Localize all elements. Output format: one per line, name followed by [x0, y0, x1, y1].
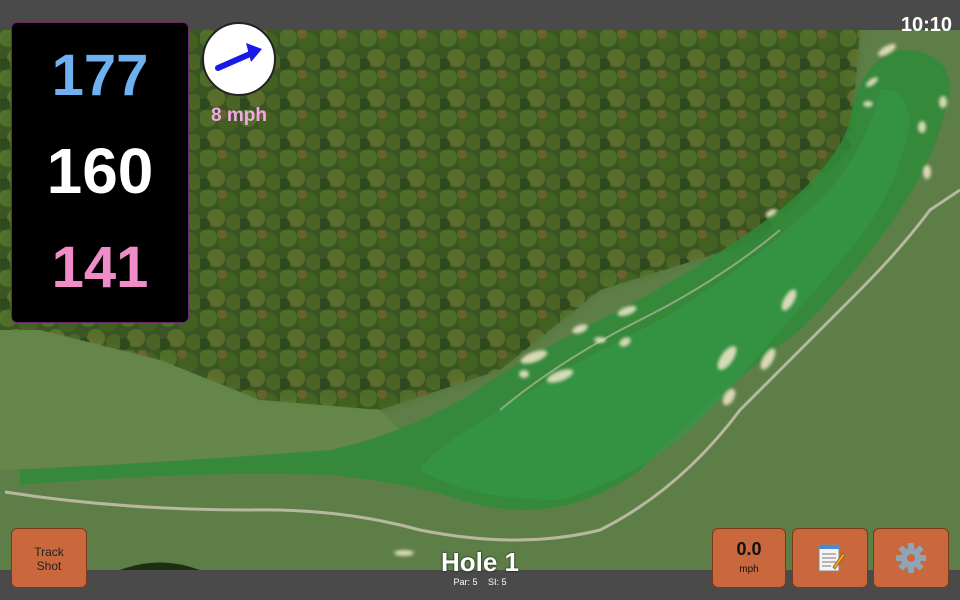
track-shot-button[interactable]: Track Shot — [11, 528, 87, 588]
distance-middle: 160 — [46, 135, 154, 207]
wind-indicator — [202, 22, 276, 96]
notes-button[interactable] — [792, 528, 868, 588]
gear-icon — [896, 543, 926, 573]
clock: 10:10 — [900, 14, 952, 36]
distance-panel: 177 160 141 — [11, 22, 189, 323]
hole-par: Par: 5 — [453, 577, 478, 587]
distance-back: 177 — [51, 43, 149, 108]
notepad-icon — [818, 544, 846, 572]
hole-info: Par: 5 SI: 5 — [380, 577, 580, 587]
speed-value: 0.0 — [736, 539, 762, 559]
speed-button[interactable]: 0.0 mph — [712, 528, 786, 588]
distance-front: 141 — [51, 235, 149, 300]
settings-button[interactable] — [873, 528, 949, 588]
speed-unit: mph — [739, 564, 759, 575]
hole-title: Hole 1 — [440, 547, 520, 577]
hole-stroke-index: SI: 5 — [488, 577, 507, 587]
arrow-icon — [215, 43, 262, 71]
wind-speed: 8 mph — [211, 105, 267, 126]
